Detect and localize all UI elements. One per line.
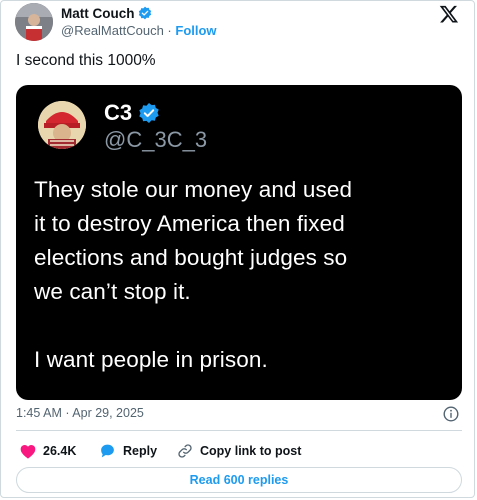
read-replies-button[interactable]: Read 600 replies <box>16 467 462 493</box>
divider <box>16 430 462 431</box>
copy-link-label: Copy link to post <box>200 444 302 458</box>
author-handle[interactable]: @RealMattCouch <box>61 23 164 38</box>
reply-button[interactable]: Reply <box>99 441 157 461</box>
verified-badge-icon <box>138 7 151 20</box>
heart-icon <box>20 444 36 459</box>
read-replies-label: Read 600 replies <box>189 473 289 487</box>
info-icon[interactable] <box>443 406 459 422</box>
post-header: Matt Couch @RealMattCouch · Follow <box>15 3 465 41</box>
quoted-name-line: C3 <box>104 99 160 126</box>
author-avatar-image <box>15 3 53 41</box>
reply-label: Reply <box>123 444 158 458</box>
quoted-verified-badge-icon <box>139 103 159 124</box>
embedded-post-card: Matt Couch @RealMattCouch · Follow I sec… <box>0 0 475 498</box>
quoted-handle: @C_3C_3 <box>104 127 208 152</box>
x-logo-icon[interactable] <box>439 4 459 24</box>
quoted-text-line: I want people in prison. <box>34 347 268 372</box>
quoted-screenshot-image[interactable]: C3 @C_3C_3 They stole our money and used… <box>16 85 462 400</box>
author-handle-line: @RealMattCouch · Follow <box>61 23 217 38</box>
link-icon <box>178 444 192 458</box>
like-button[interactable]: 26.4K <box>20 441 76 461</box>
author-name-line[interactable]: Matt Couch <box>61 5 152 21</box>
follow-button[interactable]: Follow <box>175 23 216 38</box>
author-name[interactable]: Matt Couch <box>61 6 135 21</box>
quoted-text-line: elections and bought judges so <box>34 245 348 270</box>
quoted-text-line: we can’t stop it. <box>34 279 191 304</box>
quoted-avatar-image <box>38 101 86 149</box>
separator-dot: · <box>167 23 172 38</box>
quoted-text-line: it to destroy America then fixed <box>34 211 345 236</box>
like-count: 26.4K <box>43 444 77 458</box>
action-bar: 26.4K Reply Copy link to post <box>16 441 462 461</box>
author-avatar[interactable] <box>15 3 53 41</box>
copy-link-button[interactable]: Copy link to post <box>177 441 301 461</box>
quoted-text-line: They stole our money and used <box>34 177 353 202</box>
reply-bubble-icon <box>101 444 114 458</box>
post-timestamp[interactable]: 1:45 AM · Apr 29, 2025 <box>16 406 144 420</box>
post-text: I second this 1000% <box>16 52 156 69</box>
quoted-name: C3 <box>104 100 133 126</box>
quoted-avatar <box>38 101 86 149</box>
